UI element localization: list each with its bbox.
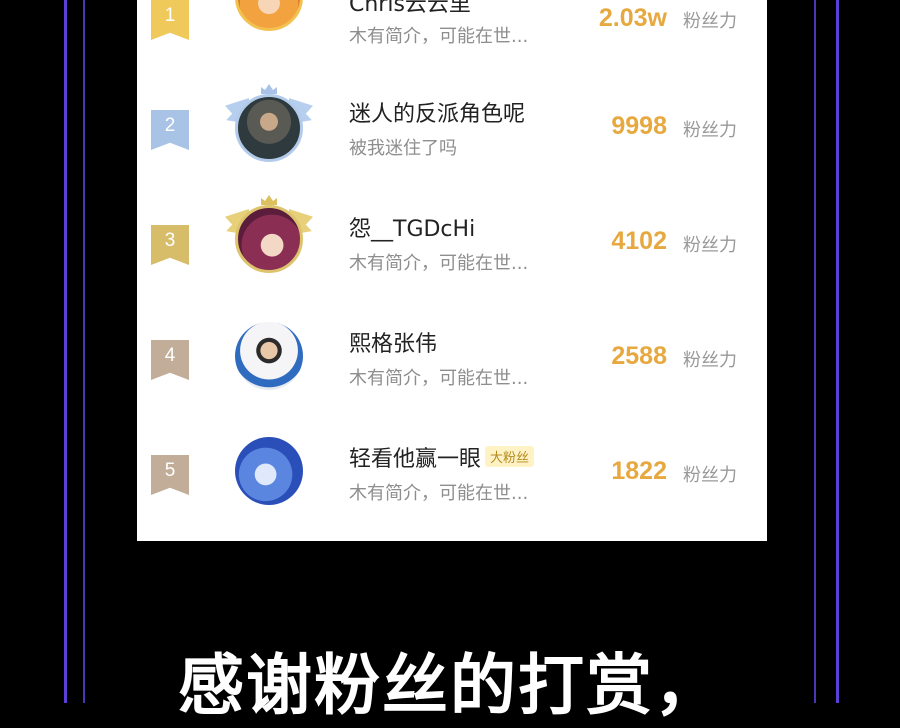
- user-name[interactable]: 迷人的反派角色呢: [349, 96, 525, 128]
- avatar[interactable]: [235, 437, 303, 505]
- user-name-text: 轻看他赢一眼: [349, 447, 482, 472]
- avatar-frame: [225, 429, 313, 517]
- user-name[interactable]: 轻看他赢一眼 大粉丝: [349, 441, 535, 473]
- user-name[interactable]: Chris云云里: [349, 0, 471, 18]
- user-intro: 木有简介，可能在世...: [349, 483, 529, 504]
- fan-power-unit: 粉丝力: [683, 235, 737, 256]
- avatar[interactable]: [235, 94, 303, 162]
- fan-power-score: 9998: [611, 112, 667, 140]
- fan-power-unit: 粉丝力: [683, 350, 737, 371]
- fan-ranking-panel: 1 Chris云云里 木有简介，可能在世... 2.03w 粉丝力 2 迷人的反…: [137, 0, 767, 541]
- crown-icon: [261, 195, 277, 205]
- ranking-row[interactable]: 5 轻看他赢一眼 大粉丝 木有简介，可能在世... 1822 粉丝力: [137, 417, 767, 532]
- rank-flag: 3: [151, 225, 189, 265]
- big-fan-badge: 大粉丝: [485, 446, 535, 467]
- user-intro: 被我迷住了吗: [349, 138, 457, 159]
- user-intro: 木有简介，可能在世...: [349, 253, 529, 274]
- fan-power-unit: 粉丝力: [683, 120, 737, 141]
- fan-power-score: 2588: [611, 342, 667, 370]
- avatar-frame: [225, 0, 313, 43]
- fan-power-score: 1822: [611, 457, 667, 485]
- ranking-row[interactable]: 3 怨__TGDcHi 木有简介，可能在世... 4102 粉丝力: [137, 187, 767, 302]
- rank-flag: 5: [151, 455, 189, 495]
- crown-icon: [261, 84, 277, 94]
- avatar-frame: [225, 314, 313, 402]
- user-name[interactable]: 怨__TGDcHi: [349, 211, 475, 243]
- frame-border-left: [64, 0, 67, 703]
- rank-flag: 1: [151, 0, 189, 40]
- thanks-caption: 感谢粉丝的打赏，: [178, 647, 722, 724]
- frame-border-left-inner: [83, 0, 85, 703]
- avatar[interactable]: [235, 205, 303, 273]
- avatar-frame: [225, 195, 313, 285]
- avatar[interactable]: [235, 322, 303, 390]
- ranking-row[interactable]: 2 迷人的反派角色呢 被我迷住了吗 9998 粉丝力: [137, 72, 767, 187]
- user-name[interactable]: 熙格张伟: [349, 326, 437, 358]
- rank-flag: 4: [151, 340, 189, 380]
- fan-power-unit: 粉丝力: [683, 11, 737, 32]
- rank-flag: 2: [151, 110, 189, 150]
- fan-power-score: 2.03w: [598, 4, 667, 32]
- user-intro: 木有简介，可能在世...: [349, 368, 529, 389]
- ranking-row[interactable]: 4 熙格张伟 木有简介，可能在世... 2588 粉丝力: [137, 302, 767, 417]
- user-intro: 木有简介，可能在世...: [349, 26, 529, 47]
- frame-border-right-inner: [814, 0, 816, 703]
- avatar[interactable]: [235, 0, 303, 31]
- fan-power-unit: 粉丝力: [683, 465, 737, 486]
- avatar-frame: [225, 84, 313, 174]
- ranking-row[interactable]: 1 Chris云云里 木有简介，可能在世... 2.03w 粉丝力: [137, 0, 767, 57]
- fan-power-score: 4102: [611, 227, 667, 255]
- frame-border-right: [836, 0, 839, 703]
